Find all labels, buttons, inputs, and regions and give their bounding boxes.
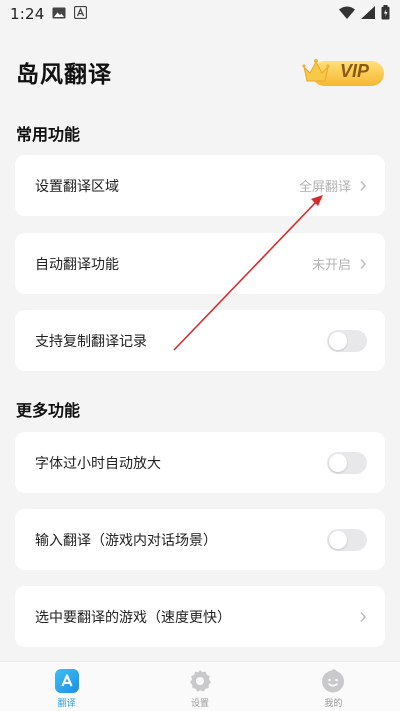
tab-translate[interactable]: 翻译 — [0, 662, 133, 711]
a-icon — [74, 5, 88, 23]
item-label: 字体过小时自动放大 — [35, 455, 161, 472]
tab-label: 我的 — [324, 699, 343, 709]
item-value: 全屏翻译 — [298, 180, 351, 195]
section-title-common: 常用功能 — [16, 125, 81, 144]
status-time: 1:24 — [10, 5, 45, 23]
auto-enlarge-font-item: 字体过小时自动放大 — [15, 432, 385, 493]
chevron-right-icon — [360, 180, 366, 191]
item-label: 自动翻译功能 — [35, 256, 119, 273]
profile-face-icon — [322, 669, 345, 693]
set-translate-area-item[interactable]: 设置翻译区域 全屏翻译 — [15, 155, 385, 216]
app-title: 岛风翻译 — [16, 62, 112, 88]
tab-settings[interactable]: 设置 — [133, 662, 266, 711]
copy-record-item: 支持复制翻译记录 — [15, 310, 385, 371]
battery-icon — [381, 4, 390, 24]
item-label: 输入翻译（游戏内对话场景） — [35, 532, 217, 549]
status-right — [339, 4, 390, 24]
item-label: 选中要翻译的游戏（速度更快） — [35, 609, 231, 626]
chevron-right-icon — [360, 611, 366, 622]
item-right — [327, 329, 367, 352]
header: 岛风翻译 VIP — [0, 44, 400, 104]
copy-record-toggle[interactable] — [327, 329, 367, 352]
signal-icon — [361, 5, 375, 23]
wifi-icon — [339, 5, 355, 23]
item-right — [359, 611, 367, 623]
section-title-more: 更多功能 — [16, 401, 81, 420]
item-right: 未开启 — [312, 254, 367, 273]
tab-label: 设置 — [190, 699, 209, 709]
settings-gear-icon — [189, 670, 211, 692]
item-right — [327, 528, 367, 551]
item-value: 未开启 — [311, 258, 351, 273]
toggle-knob — [329, 453, 347, 472]
item-label: 支持复制翻译记录 — [35, 333, 147, 350]
item-right: 全屏翻译 — [299, 176, 367, 195]
toggle-knob — [329, 530, 347, 549]
auto-translate-item[interactable]: 自动翻译功能 未开启 — [15, 233, 385, 294]
status-left: 1:24 — [10, 5, 88, 23]
input-translate-item: 输入翻译（游戏内对话场景） — [15, 509, 385, 570]
chevron-right-icon — [360, 258, 366, 269]
translate-icon — [54, 669, 79, 693]
status-bar: 1:24 — [0, 0, 400, 28]
bottom-tab-bar: 翻译 设置 我的 — [0, 661, 400, 711]
tab-profile[interactable]: 我的 — [267, 662, 400, 711]
tab-label: 翻译 — [57, 699, 76, 709]
select-game-item[interactable]: 选中要翻译的游戏（速度更快） — [15, 586, 385, 647]
toggle-knob — [329, 331, 347, 350]
input-translate-toggle[interactable] — [327, 528, 367, 551]
vip-label: VIP — [340, 61, 370, 81]
vip-button[interactable]: VIP — [302, 53, 386, 89]
auto-enlarge-font-toggle[interactable] — [327, 451, 367, 474]
item-label: 设置翻译区域 — [35, 178, 119, 195]
image-icon — [52, 5, 66, 23]
item-right — [327, 451, 367, 474]
